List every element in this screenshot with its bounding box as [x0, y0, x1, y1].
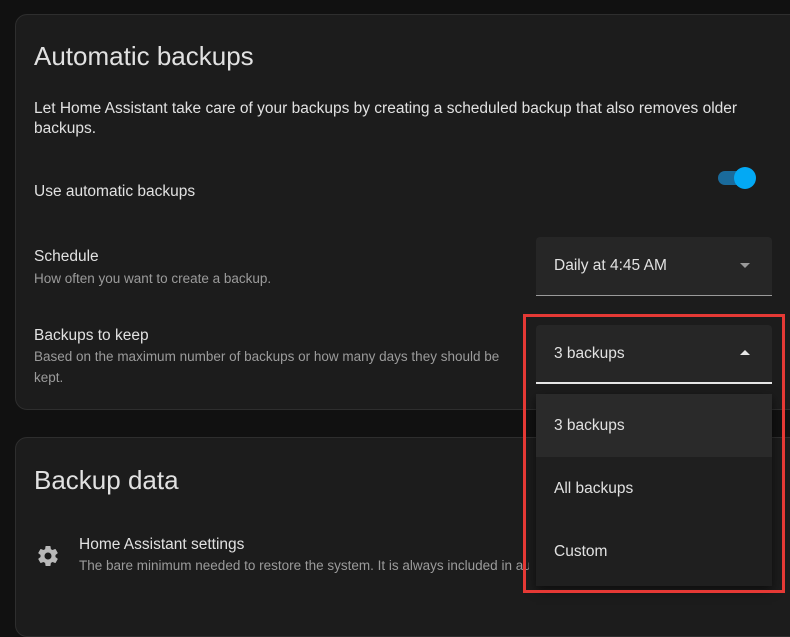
backups-to-keep-select-value: 3 backups	[554, 345, 625, 362]
schedule-select[interactable]: Daily at 4:45 AM	[536, 237, 772, 296]
backup-data-title: Backup data	[34, 465, 179, 495]
chevron-down-icon	[740, 263, 750, 268]
menu-option-3-backups[interactable]: 3 backups	[536, 394, 772, 457]
home-assistant-settings-label: Home Assistant settings	[79, 536, 245, 553]
schedule-label: Schedule	[34, 248, 99, 265]
backups-to-keep-menu: 3 backups All backups Custom	[536, 394, 772, 586]
schedule-select-value: Daily at 4:45 AM	[554, 257, 667, 274]
backups-to-keep-select[interactable]: 3 backups	[536, 325, 772, 384]
use-automatic-backups-toggle[interactable]	[716, 166, 758, 190]
automatic-backups-title: Automatic backups	[34, 41, 254, 71]
gear-icon	[38, 546, 58, 566]
schedule-description: How often you want to create a backup.	[34, 271, 272, 286]
home-assistant-settings-description: The bare minimum needed to restore the s…	[79, 558, 529, 573]
automatic-backups-intro: Let Home Assistant take care of your bac…	[34, 100, 738, 137]
chevron-up-icon	[740, 350, 750, 355]
menu-option-custom[interactable]: Custom	[536, 520, 772, 583]
backups-to-keep-label: Backups to keep	[34, 327, 149, 344]
toggle-thumb	[734, 167, 756, 189]
menu-option-all-backups[interactable]: All backups	[536, 457, 772, 520]
use-automatic-backups-label: Use automatic backups	[34, 183, 196, 200]
backups-to-keep-description: Based on the maximum number of backups o…	[34, 349, 500, 385]
